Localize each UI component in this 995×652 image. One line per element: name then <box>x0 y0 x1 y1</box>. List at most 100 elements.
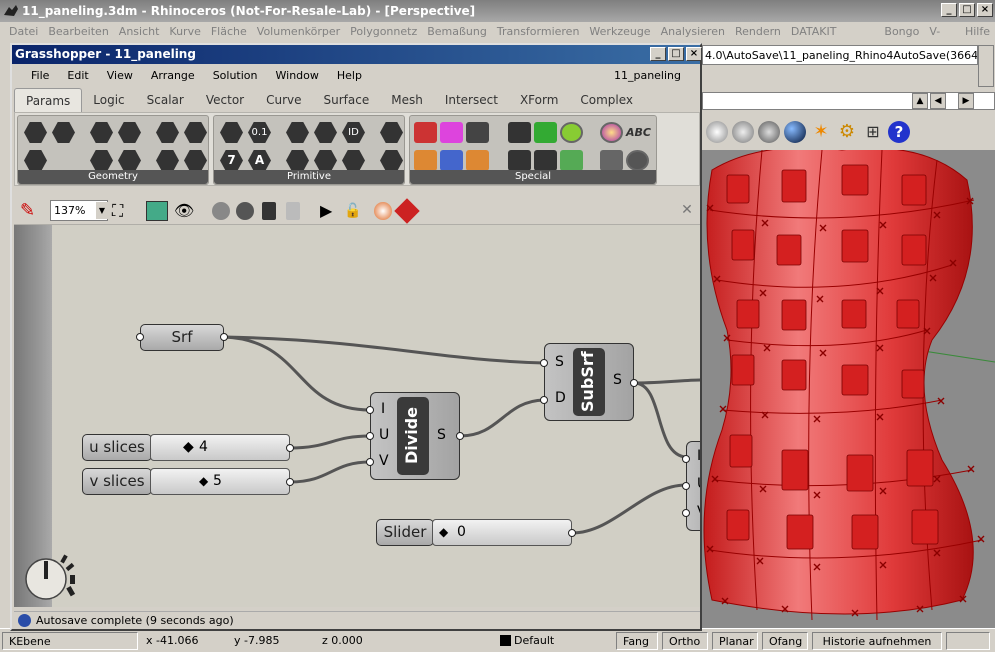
box-param-icon[interactable] <box>24 122 47 143</box>
colour-swatch-icon[interactable] <box>414 122 437 143</box>
srf-output-grip[interactable] <box>220 333 228 341</box>
subsrf-grip-d[interactable] <box>540 396 548 404</box>
cluster-icon[interactable] <box>560 122 583 143</box>
u-slices-label[interactable]: u slices <box>82 434 152 461</box>
sketch-icon[interactable] <box>212 202 230 220</box>
menu-hilfe[interactable]: Hilfe <box>960 22 995 42</box>
menu-bongo[interactable]: Bongo <box>879 22 924 42</box>
vector-param-icon[interactable] <box>286 122 309 143</box>
close-canvas-icon[interactable]: ✕ <box>678 201 696 219</box>
subsrf-component[interactable]: S D SubSrf S <box>544 343 634 421</box>
quick-graph-icon[interactable] <box>534 122 557 143</box>
menu-analysieren[interactable]: Analysieren <box>656 22 730 42</box>
scroll-right-icon[interactable]: ▶ <box>958 93 974 109</box>
plane-param-icon[interactable] <box>184 150 207 171</box>
tab-params[interactable]: Params <box>14 88 83 112</box>
lamp-icon[interactable]: ✶ <box>810 121 832 143</box>
gradient-icon[interactable] <box>440 122 463 143</box>
slider-output-grip[interactable] <box>568 529 576 537</box>
graph-mapper-icon[interactable] <box>508 122 531 143</box>
divide-grip-u[interactable] <box>366 432 374 440</box>
lock-icon[interactable]: 🔓 <box>344 201 364 221</box>
bake-icon[interactable] <box>286 202 300 220</box>
v-slider-handle-icon[interactable]: ◆ <box>199 469 208 494</box>
render-sphere-icon[interactable] <box>784 121 806 143</box>
group-icon[interactable] <box>236 202 254 220</box>
matrix-param-icon[interactable] <box>314 150 337 171</box>
u-slider-handle-icon[interactable]: ◆ <box>183 435 194 460</box>
gh-close-button[interactable]: × <box>686 47 702 61</box>
gh-canvas[interactable]: Srf u slices ◆ 4 v slices ◆ 5 Slider ◆ 0 <box>14 225 700 607</box>
tab-intersect[interactable]: Intersect <box>434 88 509 112</box>
scroll-updown-icon[interactable]: ▲ <box>912 93 928 109</box>
number-param-icon[interactable]: 0.1 <box>248 122 271 143</box>
generic-slider[interactable]: ◆ 0 <box>432 519 572 546</box>
divide-component[interactable]: I U V Divide S <box>370 392 460 480</box>
menu-flaeche[interactable]: Fläche <box>206 22 252 42</box>
tab-logic[interactable]: Logic <box>82 88 135 112</box>
u-slider-output-grip[interactable] <box>286 444 294 452</box>
partial-grip-u[interactable] <box>682 482 690 490</box>
gh-menu-window[interactable]: Window <box>267 66 328 86</box>
scroll-left-icon[interactable]: ◀ <box>930 93 946 109</box>
status-planar-toggle[interactable]: Planar <box>712 632 758 650</box>
sphere-wire-icon[interactable] <box>706 121 728 143</box>
status-ofang-toggle[interactable]: Ofang <box>762 632 808 650</box>
domain-param-icon[interactable] <box>286 150 309 171</box>
menu-volumenkoerper[interactable]: Volumenkörper <box>252 22 345 42</box>
mesh-param-icon[interactable] <box>184 122 207 143</box>
tab-xform[interactable]: XForm <box>509 88 569 112</box>
command-scrollbar[interactable] <box>978 45 994 87</box>
line-param-icon[interactable] <box>52 122 75 143</box>
minimize-button[interactable]: _ <box>941 3 957 17</box>
bezier-graph-icon[interactable] <box>508 150 531 171</box>
help-icon[interactable]: ? <box>888 121 910 143</box>
point-param-icon[interactable] <box>24 150 47 171</box>
gear-icon[interactable]: ⚙ <box>836 121 858 143</box>
partial-grip-v[interactable] <box>682 509 690 517</box>
brep-param-icon[interactable] <box>156 122 179 143</box>
guid-param-icon[interactable]: ID <box>342 122 365 143</box>
menu-transformieren[interactable]: Transformieren <box>492 22 585 42</box>
arc-param-icon[interactable] <box>90 150 113 171</box>
menu-polygonnetz[interactable]: Polygonnetz <box>345 22 422 42</box>
divide-grip-v[interactable] <box>366 458 374 466</box>
map-icon[interactable] <box>146 201 168 221</box>
partial-grip-i[interactable] <box>682 455 690 463</box>
path-param-icon[interactable] <box>380 122 403 143</box>
surface-param-icon[interactable] <box>156 150 179 171</box>
time-param-icon[interactable] <box>342 150 365 171</box>
grid-snap-icon[interactable]: ⊞ <box>862 121 884 143</box>
subsrf-grip-s[interactable] <box>540 359 548 367</box>
slider-label[interactable]: Slider <box>376 519 434 546</box>
shader-param-icon[interactable] <box>380 150 403 171</box>
tab-complex[interactable]: Complex <box>569 88 644 112</box>
render-material-icon[interactable] <box>394 198 420 224</box>
menu-vray[interactable]: V-Ray <box>924 22 960 58</box>
perspective-viewport[interactable] <box>702 150 995 628</box>
sphere-ghost-icon[interactable] <box>732 121 754 143</box>
data-dam-icon[interactable] <box>466 122 489 143</box>
solve-play-icon[interactable]: ▶ <box>320 201 340 221</box>
menu-rendern[interactable]: Rendern <box>730 22 786 42</box>
param-viewer-icon[interactable] <box>534 150 557 171</box>
timer-icon[interactable] <box>600 150 623 171</box>
polyline-param-icon[interactable] <box>118 150 141 171</box>
tab-vector[interactable]: Vector <box>195 88 255 112</box>
boolean-param-icon[interactable] <box>220 122 243 143</box>
gh-menu-help[interactable]: Help <box>328 66 371 86</box>
sphere-xray-icon[interactable] <box>758 121 780 143</box>
circle-param-icon[interactable] <box>90 122 113 143</box>
gh-menu-solution[interactable]: Solution <box>204 66 267 86</box>
integer-param-icon[interactable]: 7 <box>220 150 243 171</box>
slider-icon[interactable] <box>414 150 437 171</box>
preview-eye-icon[interactable]: 👁 <box>174 201 200 221</box>
tab-mesh[interactable]: Mesh <box>380 88 434 112</box>
colour-wheel-icon[interactable] <box>600 122 623 143</box>
subsrf-grip-out[interactable] <box>630 379 638 387</box>
gh-minimize-button[interactable]: _ <box>650 47 666 61</box>
tab-curve[interactable]: Curve <box>255 88 312 112</box>
boolean-toggle-icon[interactable] <box>440 150 463 171</box>
menu-datakit[interactable]: DATAKIT Exchange <box>786 22 879 58</box>
u-slices-slider[interactable]: ◆ 4 <box>150 434 290 461</box>
